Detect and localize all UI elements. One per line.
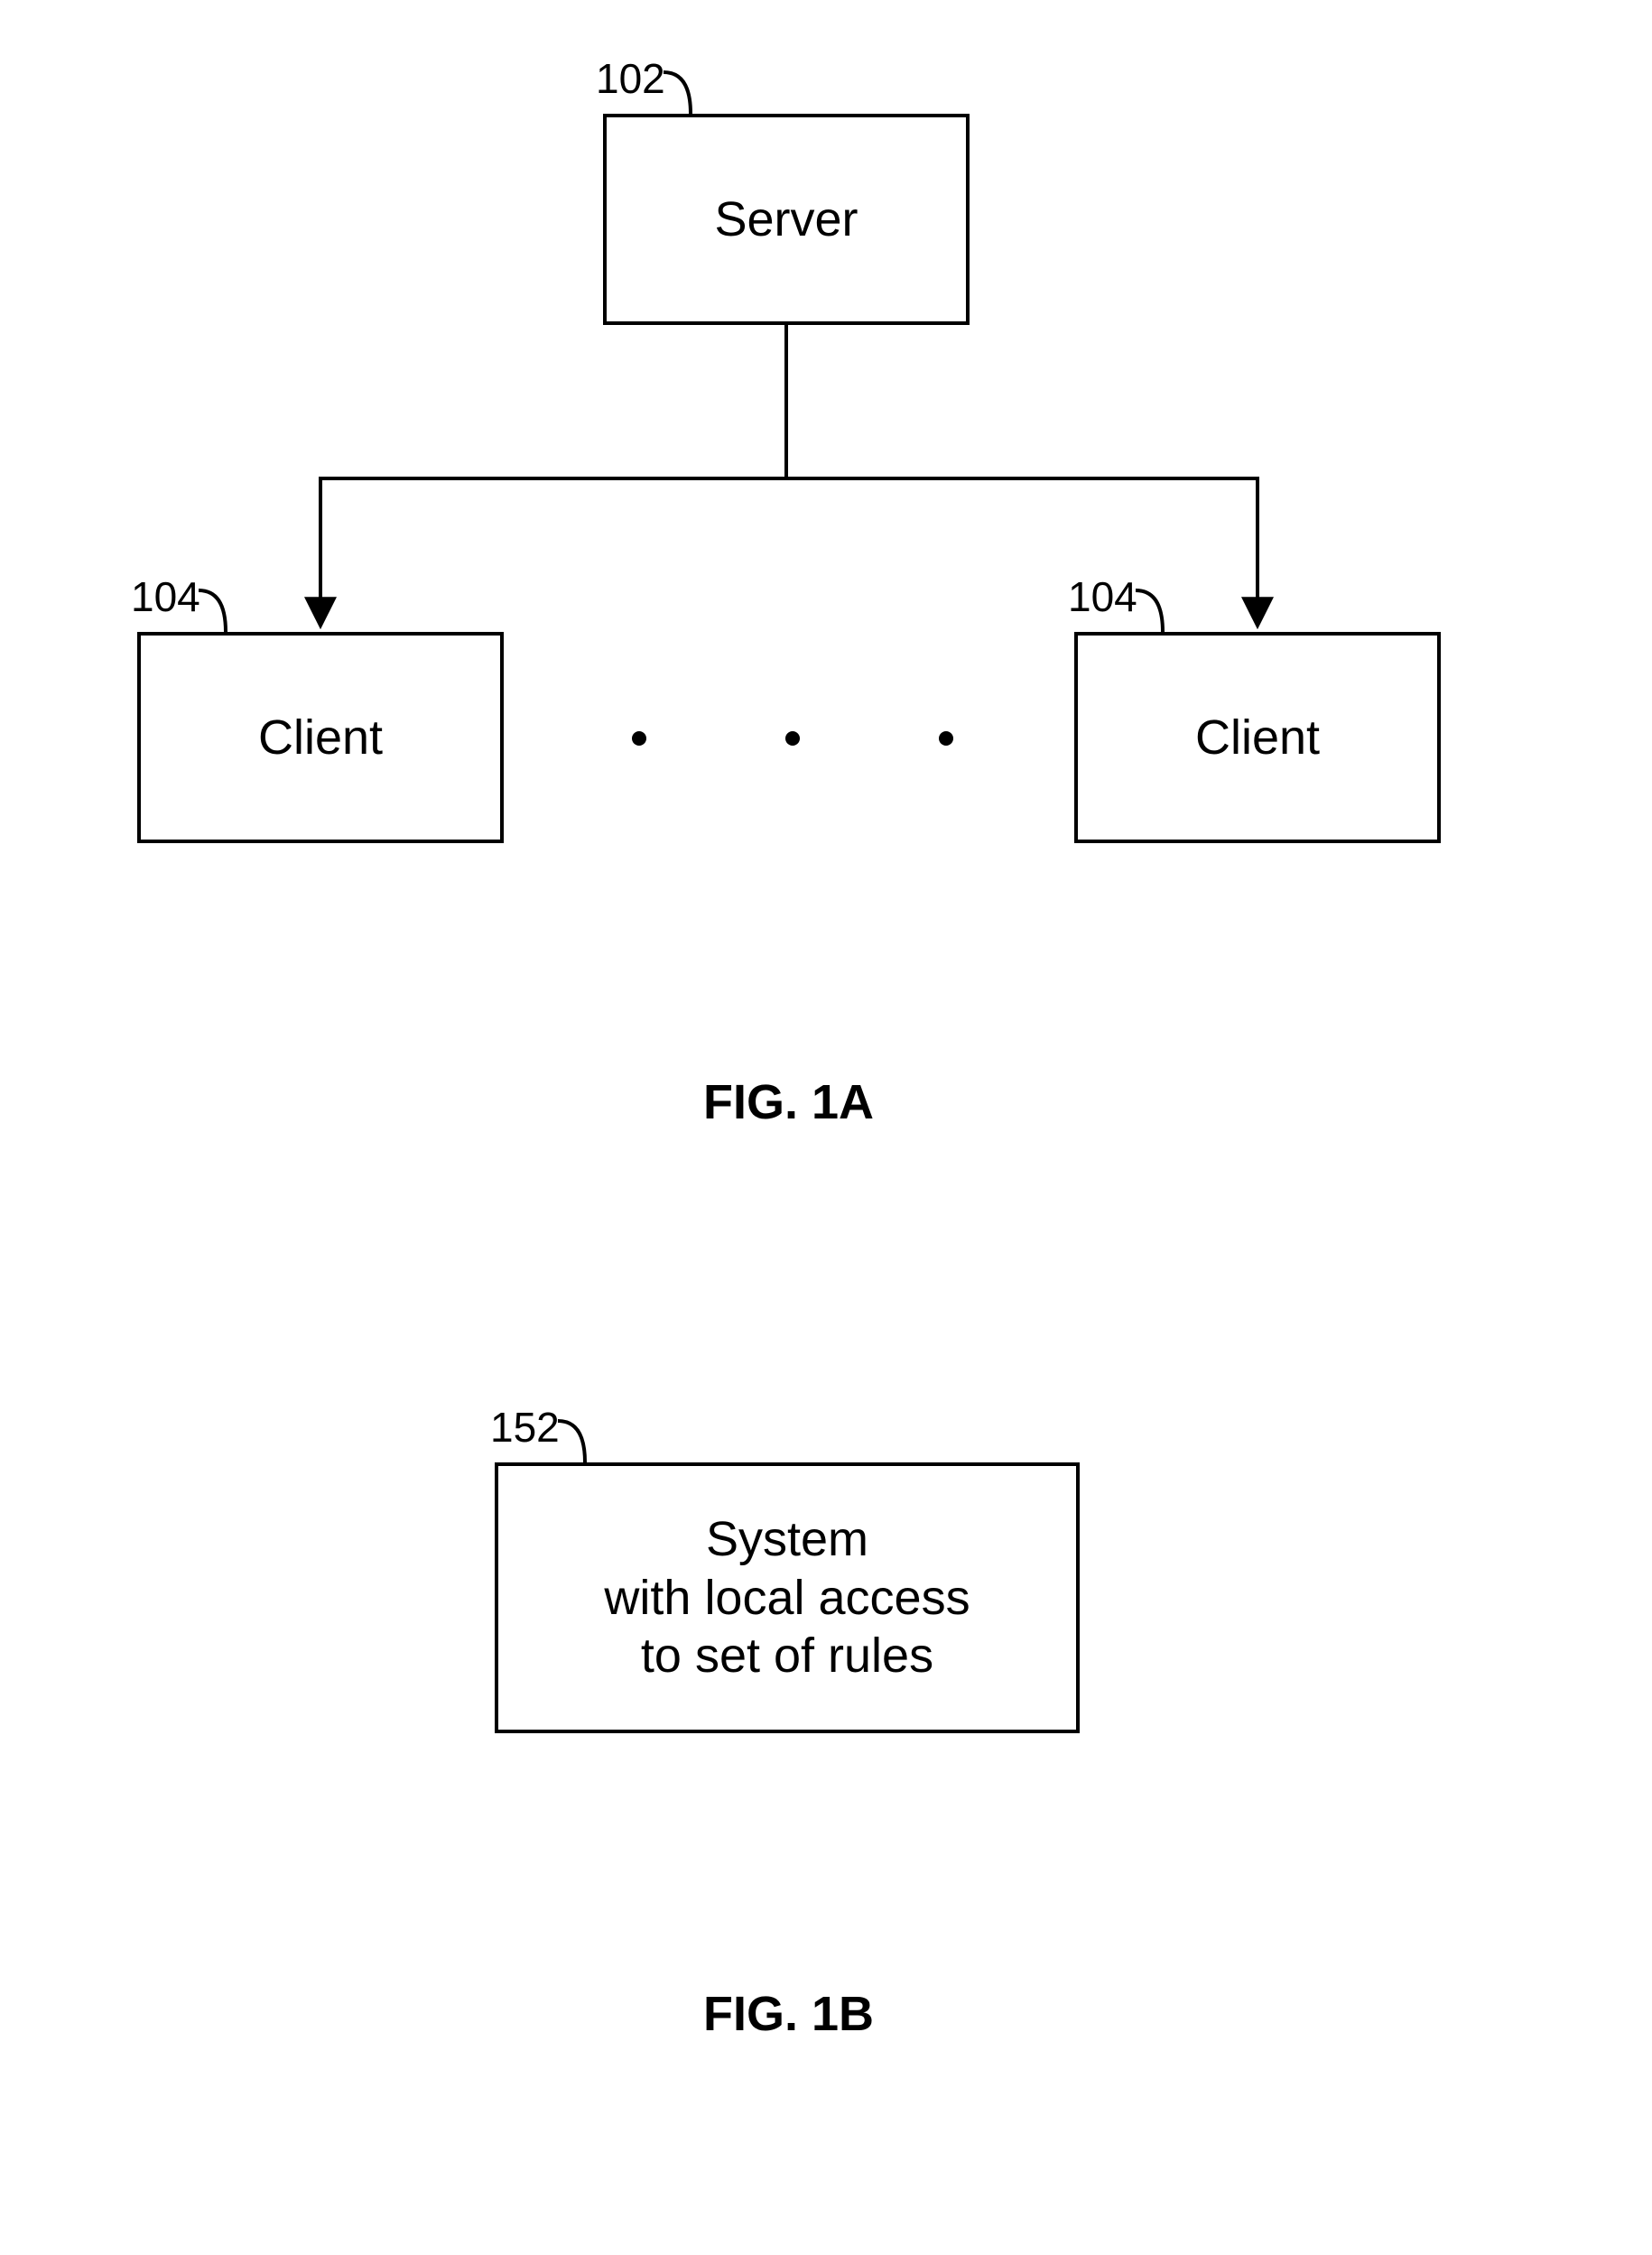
- client-left-label: Client: [251, 701, 390, 775]
- fig-1b-caption: FIG. 1B: [703, 1986, 874, 2042]
- ref-152-hook: [558, 1421, 612, 1466]
- ref-104-right-hook: [1136, 590, 1190, 636]
- ellipsis-dot: [785, 731, 800, 746]
- system-box: System with local access to set of rules: [495, 1462, 1080, 1733]
- ref-104-right: 104: [1068, 572, 1137, 621]
- ref-104-left: 104: [131, 572, 200, 621]
- client-left-box: Client: [137, 632, 504, 843]
- fig-1a-caption: FIG. 1A: [703, 1074, 874, 1130]
- ellipsis-dot: [632, 731, 646, 746]
- system-label: System with local access to set of rules: [597, 1503, 977, 1693]
- ellipsis-dot: [939, 731, 953, 746]
- client-right-box: Client: [1074, 632, 1441, 843]
- client-right-label: Client: [1188, 701, 1327, 775]
- ref-152: 152: [490, 1403, 560, 1452]
- ref-104-left-hook: [199, 590, 253, 636]
